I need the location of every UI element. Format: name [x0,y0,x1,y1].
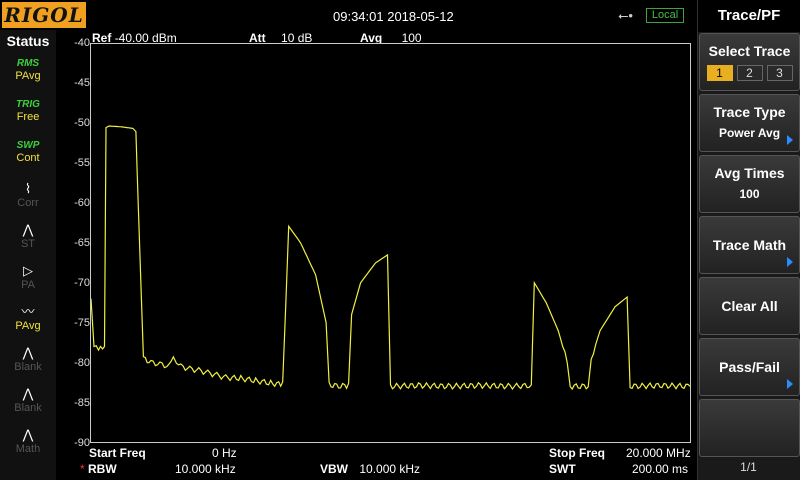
start-freq-value: 0 Hz [212,446,237,460]
avg-times-label: Avg Times [714,165,785,181]
page-indicator: 1/1 [740,460,757,474]
rigol-logo: RIGOL [2,2,86,28]
stop-freq-value: 20.000 MHz [626,446,691,460]
y-tick-label: -65 [74,237,90,249]
submenu-arrow-icon [787,257,793,267]
rbw[interactable]: * RBW [80,462,117,476]
status-item-label: Math [15,443,41,455]
stop-freq[interactable]: Stop Freq [549,446,605,460]
status-item-label: Free [16,111,40,123]
y-tick-label: -85 [74,397,90,409]
status-item: TRIG Free [4,99,52,137]
trace-math-key[interactable]: Trace Math [699,216,800,274]
trace-line-1 [90,125,691,391]
vbw[interactable]: VBW 10.000 kHz [320,462,420,476]
vbw-value: 10.000 kHz [359,462,421,476]
status-item: ⌇ Corr [4,181,52,219]
status-item-label: PAvg [15,70,41,82]
status-waveform-icon: 〰 [21,304,35,319]
y-tick-label: -45 [74,77,90,89]
status-item-label: Corr [17,197,39,209]
submenu-arrow-icon [787,135,793,145]
empty-key[interactable] [699,399,800,457]
vbw-label: VBW [320,462,348,476]
rbw-manual-mark: * [80,462,85,476]
status-item-top: RMS [16,58,40,69]
submenu-arrow-icon [787,379,793,389]
status-item: ⋀ ST [4,222,52,260]
trace-selector: 1 2 3 [700,65,799,81]
start-freq[interactable]: Start Freq [89,446,146,460]
status-item-label: PA [21,279,35,291]
status-item-label: PAvg [15,320,41,332]
select-trace-key[interactable]: Select Trace 1 2 3 [699,33,800,91]
trace-option-2[interactable]: 2 [736,65,763,81]
status-item-label: Blank [14,361,42,373]
rbw-label: RBW [88,462,117,476]
y-tick-label: -40 [74,37,90,49]
trace-type-label: Trace Type [713,104,786,120]
y-tick-label: -50 [74,117,90,129]
trace-option-1[interactable]: 1 [706,65,733,81]
status-waveform-icon: ▷ [23,263,33,278]
usb-icon: ⭠• [618,8,633,23]
stop-freq-label: Stop Freq [549,446,605,460]
status-waveform-icon: ⋀ [22,345,34,360]
datetime: 09:34:01 2018-05-12 [333,9,454,24]
y-tick-label: -70 [74,277,90,289]
trace-option-3[interactable]: 3 [766,65,793,81]
y-tick-label: -75 [74,317,90,329]
y-tick-label: -60 [74,197,90,209]
y-tick-label: -90 [74,437,90,449]
status-item: ▷ PA [4,263,52,301]
y-tick-label: -80 [74,357,90,369]
status-item: SWP Cont [4,140,52,178]
avg-times-value: 100 [739,187,760,201]
status-item: ⋀ Blank [4,345,52,383]
status-item: ⋀ Math [4,427,52,465]
spectrum-chart [90,125,691,391]
status-title: Status [6,33,50,49]
swt[interactable]: SWT [549,462,576,476]
status-column: Status RMS PAvg TRIG Free SWP Cont ⌇ Corr ⋀ ST ▷ PA… [0,30,56,480]
local-badge[interactable]: Local [646,8,684,23]
status-item: ⋀ Blank [4,386,52,424]
status-item-top: SWP [16,140,40,151]
status-item: RMS PAvg [4,58,52,96]
pass-fail-label: Pass/Fail [719,359,780,375]
softkey-panel: Trace/PF Select Trace 1 2 3 Trace Type P… [697,0,800,480]
trace-type-key[interactable]: Trace Type Power Avg [699,94,800,152]
y-tick-label: -55 [74,157,90,169]
avg-times-key[interactable]: Avg Times 100 [699,155,800,213]
status-waveform-icon: ⋀ [22,427,34,442]
top-bar: RIGOL 09:34:01 2018-05-12 ⭠• Local [0,0,697,30]
pass-fail-key[interactable]: Pass/Fail [699,338,800,396]
status-item-top: TRIG [16,99,40,110]
swt-label: SWT [549,462,576,476]
status-item: 〰 PAvg [4,304,52,342]
clear-all-label: Clear All [721,298,778,314]
spectrum-graph[interactable] [90,43,691,443]
status-waveform-icon: ⋀ [22,222,34,237]
swt-value: 200.00 ms [632,462,689,476]
rbw-value: 10.000 kHz [175,462,236,476]
clear-all-key[interactable]: Clear All [699,277,800,335]
status-item-label: ST [20,238,36,250]
status-item-label: Cont [16,152,40,164]
status-item-label: Blank [14,402,42,414]
trace-math-label: Trace Math [712,237,787,253]
start-freq-label: Start Freq [89,446,146,460]
select-trace-label: Select Trace [708,43,791,59]
status-waveform-icon: ⋀ [22,386,34,401]
trace-type-value: Power Avg [718,126,781,140]
panel-title: Trace/PF [698,0,800,32]
status-waveform-icon: ⌇ [24,181,32,196]
